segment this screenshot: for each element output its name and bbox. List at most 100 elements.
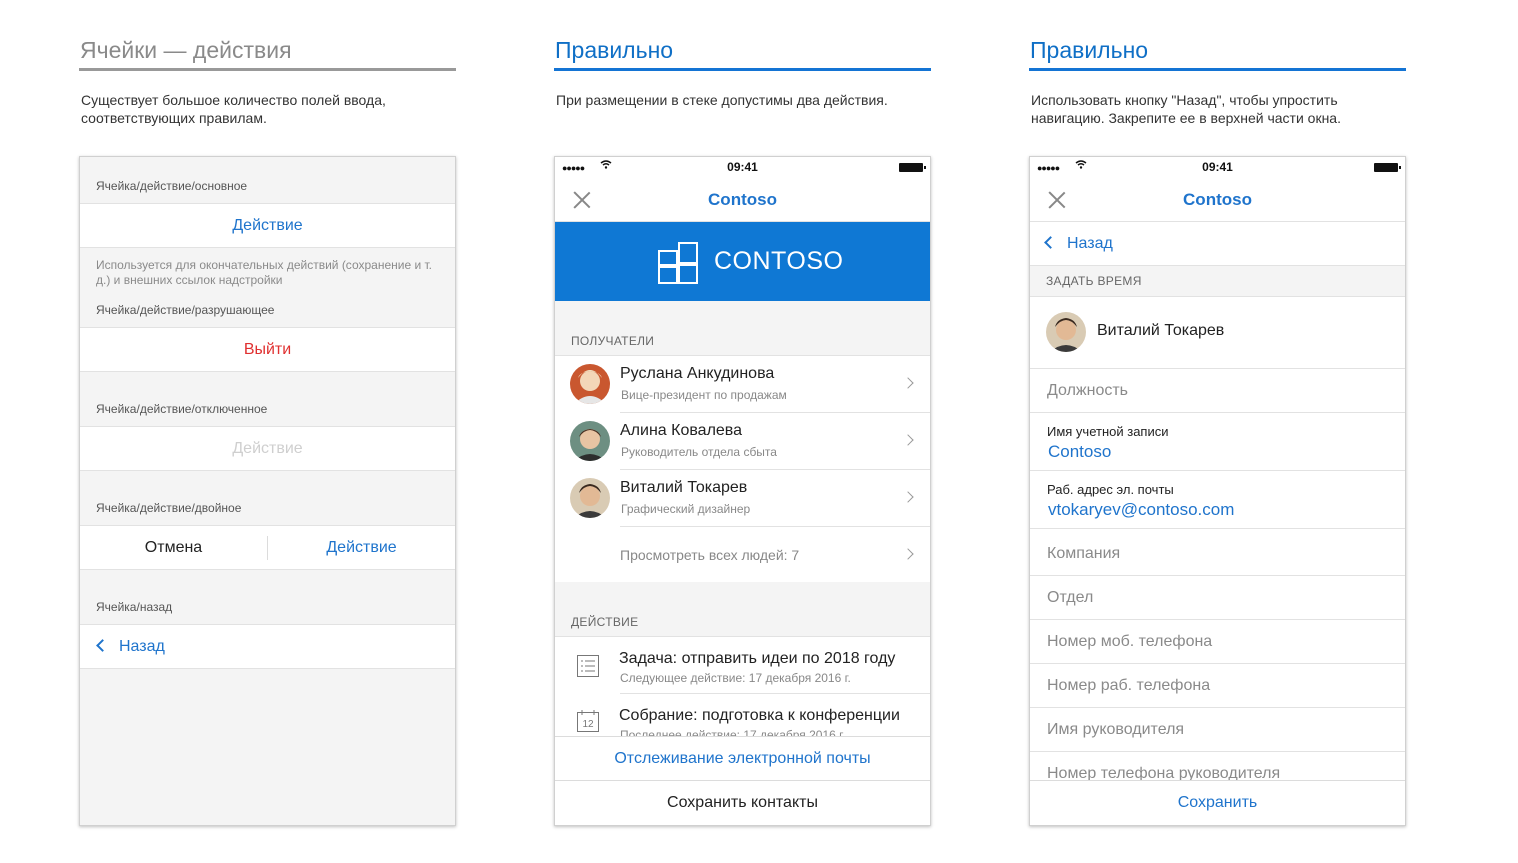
disabled-action-cell: Действие [80, 426, 455, 471]
chevron-left-icon [96, 639, 109, 652]
status-bar: ●●●●● 09:41 [1030, 157, 1405, 177]
manager-placeholder: Имя руководителя [1047, 721, 1185, 738]
department-field[interactable]: Отдел [1030, 576, 1405, 620]
column-description: Существует большое количество полей ввод… [81, 92, 386, 126]
phone-mockup: ●●●●● 09:41 Contoso Назад ЗАДАТЬ ВРЕМЯ В… [1029, 156, 1406, 826]
person-name: Виталий Токарев [620, 479, 748, 496]
column-description: При размещении в стеке допустимы два дей… [556, 92, 888, 108]
job-title-field[interactable]: Должность [1030, 369, 1405, 413]
destructive-group-label: Ячейка/действие/разрушающее [96, 303, 275, 317]
list-item[interactable]: Алина Ковалева Руководитель отдела сбыта [555, 413, 930, 470]
company-placeholder: Компания [1047, 545, 1121, 562]
contact-person-row: Виталий Токарев [1030, 297, 1405, 369]
calendar-day: 12 [582, 719, 594, 730]
nav-title: Contoso [708, 190, 777, 209]
email-field[interactable]: Раб. адрес эл. почты vtokaryev@contoso.c… [1030, 471, 1405, 529]
list-item[interactable]: Задача: отправить идеи по 2018 году След… [555, 637, 930, 694]
company-field[interactable]: Компания [1030, 532, 1405, 576]
nav-bar: Contoso [1030, 177, 1405, 222]
avatar [1046, 312, 1086, 352]
action-button[interactable]: Действие [268, 526, 455, 569]
mobile-phone-field[interactable]: Номер моб. телефона [1030, 620, 1405, 664]
destructive-action-label: Выйти [243, 341, 292, 358]
cancel-button[interactable]: Отмена [80, 526, 267, 569]
department-placeholder: Отдел [1047, 589, 1094, 606]
brand-banner: CONTOSO [555, 222, 930, 301]
account-value: Contoso [1048, 442, 1112, 461]
email-value: vtokaryev@contoso.com [1048, 500, 1235, 519]
double-action-cell: Отмена Действие [80, 525, 455, 570]
person-role: Графический дизайнер [621, 502, 751, 516]
list-item[interactable]: Виталий Токарев Графический дизайнер [555, 470, 930, 527]
phone-mockup: ●●●●● 09:41 Contoso CONTOSO ПОЛУЧАТЕЛИ Р… [554, 156, 931, 826]
back-cell[interactable]: Назад [80, 624, 455, 669]
manager-field[interactable]: Имя руководителя [1030, 708, 1405, 752]
title-rule [1029, 68, 1406, 71]
task-title: Собрание: подготовка к конференции [619, 707, 900, 724]
avatar [570, 364, 610, 404]
primary-hint: Используется для окончательных действий … [96, 258, 433, 287]
column-title: Правильно [1030, 37, 1149, 63]
email-label: Раб. адрес эл. почты [1047, 482, 1174, 497]
save-contacts-button[interactable]: Сохранить контакты [555, 780, 930, 824]
account-field[interactable]: Имя учетной записи Contoso [1030, 413, 1405, 471]
person-name: Алина Ковалева [620, 422, 743, 439]
recipients-header-label: ПОЛУЧАТЕЛИ [571, 334, 655, 348]
chevron-right-icon [902, 377, 914, 389]
list-item[interactable]: Руслана Анкудинова Вице-президент по про… [555, 356, 930, 413]
task-subtitle: Следующее действие: 17 декабря 2016 г. [620, 671, 851, 685]
task-title: Задача: отправить идеи по 2018 году [619, 650, 896, 667]
status-bar: ●●●●● 09:41 [555, 157, 930, 177]
double-group-label: Ячейка/действие/двойное [96, 501, 242, 515]
work-phone-placeholder: Номер раб. телефона [1047, 677, 1211, 694]
title-rule [554, 68, 931, 71]
calendar-icon: 12 [577, 710, 599, 732]
avatar [570, 478, 610, 518]
save-button[interactable]: Сохранить [1030, 780, 1405, 824]
chevron-left-icon [1044, 236, 1057, 249]
back-row[interactable]: Назад [1030, 222, 1405, 266]
back-button[interactable]: Назад [94, 625, 165, 668]
banner-text: CONTOSO [714, 247, 844, 275]
track-email-button[interactable]: Отслеживание электронной почты [555, 736, 930, 780]
contoso-logo-icon [658, 242, 698, 284]
column-description: Использовать кнопку "Назад", чтобы упрос… [1031, 92, 1341, 126]
primary-action-label: Действие [232, 217, 303, 234]
status-time: 09:41 [727, 160, 758, 174]
nav-bar: Contoso [555, 177, 930, 222]
primary-action-cell[interactable]: Действие [80, 203, 455, 248]
view-all-label: Просмотреть всех людей: 7 [620, 547, 800, 563]
back-group-label: Ячейка/назад [96, 600, 173, 614]
column-title: Ячейки — действия [80, 37, 292, 63]
work-phone-field[interactable]: Номер раб. телефона [1030, 664, 1405, 708]
column-title: Правильно [555, 37, 674, 63]
battery-icon [1374, 163, 1401, 172]
chevron-right-icon [902, 434, 914, 446]
cells-specimen-panel: Ячейка/действие/основное Действие Исполь… [79, 156, 456, 826]
destructive-action-cell[interactable]: Выйти [80, 327, 455, 372]
back-label: Назад [1067, 235, 1113, 252]
nav-title: Contoso [1183, 190, 1252, 209]
set-time-header: ЗАДАТЬ ВРЕМЯ [1030, 266, 1405, 297]
chevron-right-icon [902, 548, 914, 560]
account-label: Имя учетной записи [1047, 424, 1169, 439]
person-role: Руководитель отдела сбыта [621, 445, 777, 459]
job-title-placeholder: Должность [1047, 382, 1128, 399]
avatar [570, 421, 610, 461]
mobile-phone-placeholder: Номер моб. телефона [1047, 633, 1213, 650]
person-name: Руслана Анкудинова [620, 365, 775, 382]
back-button[interactable]: Назад [1042, 222, 1113, 265]
person-name: Виталий Токарев [1097, 322, 1225, 339]
status-time: 09:41 [1202, 160, 1233, 174]
disabled-group-label: Ячейка/действие/отключенное [96, 402, 268, 416]
action-header: ДЕЙСТВИЕ [555, 582, 930, 636]
chevron-right-icon [902, 491, 914, 503]
primary-group-label: Ячейка/действие/основное [96, 179, 248, 193]
set-time-label: ЗАДАТЬ ВРЕМЯ [1046, 274, 1142, 288]
recipients-list: Руслана Анкудинова Вице-президент по про… [555, 355, 930, 582]
recipients-header: ПОЛУЧАТЕЛИ [555, 301, 930, 355]
back-label: Назад [119, 638, 165, 655]
action-header-label: ДЕЙСТВИЕ [571, 615, 639, 629]
person-role: Вице-президент по продажам [621, 388, 787, 402]
view-all-people-row[interactable]: Просмотреть всех людей: 7 [555, 527, 930, 584]
